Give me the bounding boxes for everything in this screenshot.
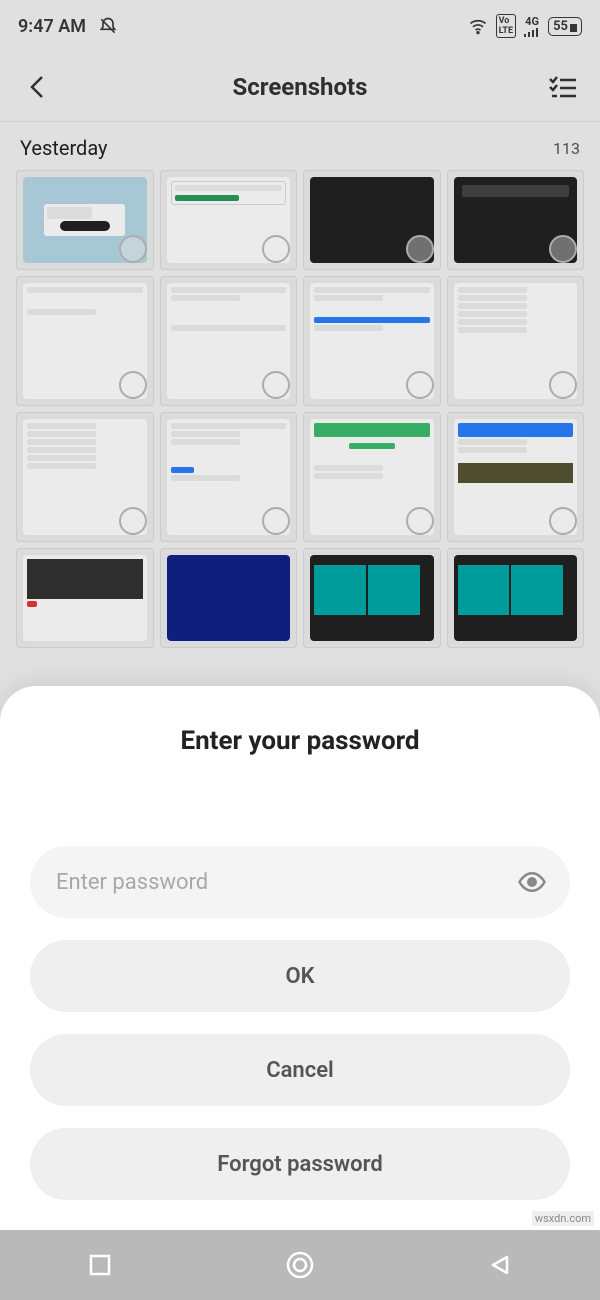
app-header: Screenshots [0,52,600,122]
ok-button[interactable]: OK [30,940,570,1012]
screenshot-thumbnail[interactable] [160,170,298,270]
screenshot-thumbnail[interactable] [16,276,154,406]
watermark: wsxdn.com [532,1211,594,1226]
signal-icon: 4G [524,16,540,37]
selection-circle-icon [406,507,434,535]
screenshot-thumbnail[interactable] [160,548,298,648]
password-modal: Enter your password OK Cancel Forgot pas… [0,686,600,1230]
dnd-icon [98,16,118,36]
section-title: Yesterday [20,136,108,160]
selection-circle-icon [119,235,147,263]
password-input[interactable] [30,846,570,918]
section-count: 113 [553,139,580,158]
screenshot-thumbnail[interactable] [16,170,154,270]
thumbnail-grid [0,170,600,648]
screenshot-thumbnail[interactable] [447,548,585,648]
screenshot-thumbnail[interactable] [303,548,441,648]
selection-circle-icon [549,371,577,399]
forgot-password-button[interactable]: Forgot password [30,1128,570,1200]
selection-circle-icon [262,371,290,399]
battery-icon: 55 [548,17,582,36]
status-time: 9:47 AM [18,16,86,37]
select-mode-button[interactable] [546,71,578,103]
selection-circle-icon [262,507,290,535]
selection-circle-icon [406,371,434,399]
modal-title: Enter your password [30,726,570,756]
home-button[interactable] [280,1245,320,1285]
volte-icon: VoLTE [496,14,517,38]
screenshot-thumbnail[interactable] [16,412,154,542]
selection-circle-icon [406,235,434,263]
wifi-icon [468,16,488,36]
selection-circle-icon [119,507,147,535]
selection-circle-icon [549,507,577,535]
section-header: Yesterday 113 [0,122,600,170]
screenshot-thumbnail[interactable] [447,170,585,270]
cancel-button[interactable]: Cancel [30,1034,570,1106]
screenshot-thumbnail[interactable] [303,412,441,542]
screenshot-thumbnail[interactable] [447,412,585,542]
screenshot-thumbnail[interactable] [160,412,298,542]
screenshot-thumbnail[interactable] [447,276,585,406]
back-nav-button[interactable] [480,1245,520,1285]
status-bar: 9:47 AM VoLTE 4G 55 [0,0,600,52]
back-button[interactable] [22,71,54,103]
screenshot-thumbnail[interactable] [16,548,154,648]
screenshot-thumbnail[interactable] [160,276,298,406]
show-password-icon[interactable] [516,866,548,898]
selection-circle-icon [262,235,290,263]
system-nav-bar [0,1230,600,1300]
screenshot-thumbnail[interactable] [303,170,441,270]
screenshot-thumbnail[interactable] [303,276,441,406]
selection-circle-icon [119,371,147,399]
selection-circle-icon [549,235,577,263]
recent-apps-button[interactable] [80,1245,120,1285]
page-title: Screenshots [54,73,546,101]
